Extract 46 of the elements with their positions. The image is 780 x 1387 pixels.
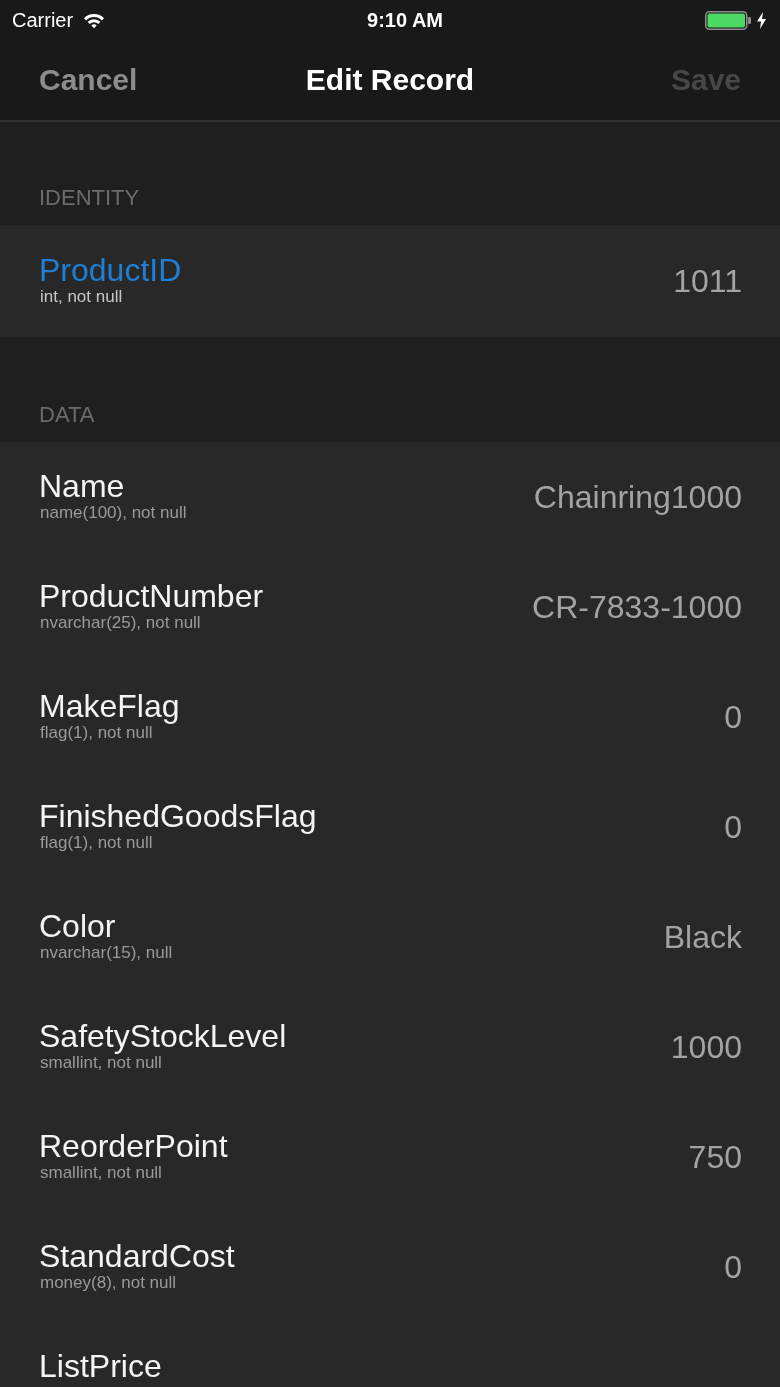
field-name: ListPrice	[39, 1349, 162, 1383]
record-field-row[interactable]: SafetyStockLevel smallint, not null 1000	[0, 992, 780, 1102]
record-field-row[interactable]: Color nvarchar(15), null Black	[0, 882, 780, 992]
field-value: 0	[724, 809, 742, 845]
field-value: 1011	[673, 263, 742, 299]
field-value: 0	[724, 699, 742, 735]
clock-time: 9:10 AM	[367, 8, 444, 32]
wifi-icon	[83, 11, 106, 29]
record-field-row[interactable]: ReorderPoint smallint, not null 750	[0, 1102, 780, 1212]
field-value: 1000	[670, 1029, 742, 1065]
battery-icon	[705, 10, 751, 30]
field-value: 750	[688, 1139, 742, 1175]
record-field-row[interactable]: MakeFlag flag(1), not null 0	[0, 662, 780, 772]
record-field-row[interactable]: FinishedGoodsFlag flag(1), not null 0	[0, 772, 780, 882]
record-field-row[interactable]: ProductNumber nvarchar(25), not null CR-7833-1000	[0, 552, 780, 662]
screen-title: Edit Record	[305, 62, 475, 98]
field-name: Color	[39, 909, 117, 943]
section-header: IDENTITY	[39, 185, 140, 211]
field-value: Chainring1000	[533, 479, 742, 515]
field-name: ProductID	[39, 253, 182, 287]
field-type: smallint, not null	[39, 1053, 162, 1073]
field-type: flag(1), not null	[39, 723, 153, 743]
field-type: money(8), not null	[39, 1273, 178, 1293]
field-value: 0	[724, 1249, 742, 1285]
field-name: ProductNumber	[39, 579, 264, 613]
field-type: smallint, not null	[39, 1163, 163, 1183]
field-name: SafetyStockLevel	[39, 1019, 287, 1053]
section-header: DATA	[39, 402, 95, 428]
field-type: name(100), not null	[39, 503, 187, 523]
field-name: Name	[39, 469, 126, 503]
field-name: StandardCost	[39, 1239, 235, 1273]
field-type: nvarchar(25), not null	[39, 613, 202, 633]
field-type: flag(1), not null	[39, 833, 153, 853]
field-type: int, not null	[39, 287, 124, 307]
field-name: ReorderPoint	[39, 1129, 228, 1163]
field-value: Black	[663, 919, 742, 955]
record-field-row[interactable]: ListPrice	[0, 1322, 780, 1387]
field-type: nvarchar(15), null	[39, 943, 173, 963]
carrier-name: Carrier	[12, 8, 74, 32]
record-field-row[interactable]: StandardCost money(8), not null 0	[0, 1212, 780, 1322]
record-field-row[interactable]: ProductID int, not null 1011	[0, 225, 780, 337]
record-field-row[interactable]: Name name(100), not null Chainring1000	[0, 442, 780, 552]
field-name: MakeFlag	[39, 689, 180, 723]
field-value: CR-7833-1000	[532, 589, 742, 625]
cancel-button[interactable]: Cancel	[39, 62, 138, 98]
field-name: FinishedGoodsFlag	[39, 799, 317, 833]
